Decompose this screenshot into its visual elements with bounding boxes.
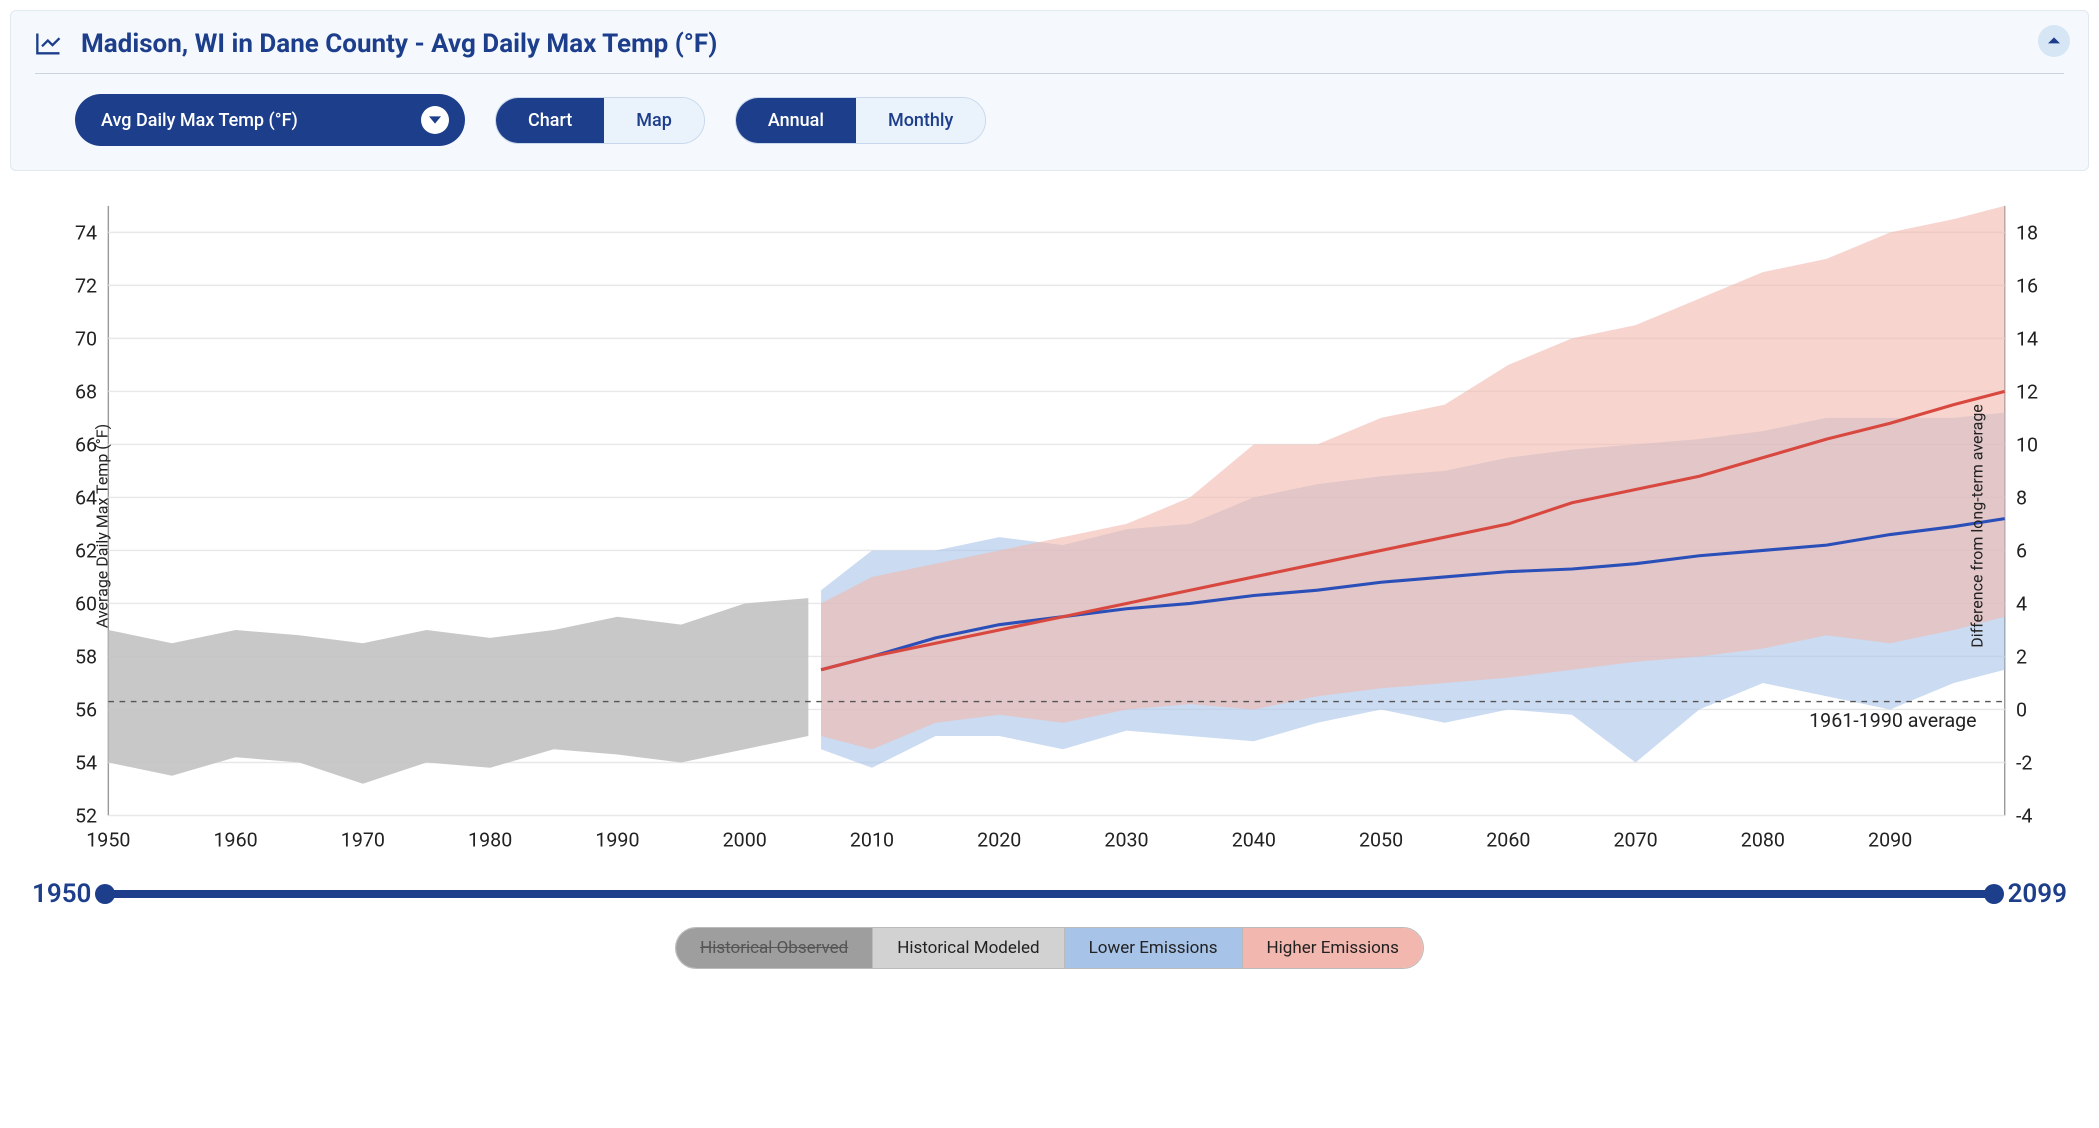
svg-text:54: 54	[75, 752, 97, 775]
svg-text:0: 0	[2016, 699, 2027, 722]
svg-text:70: 70	[75, 327, 97, 350]
page-title: Madison, WI in Dane County - Avg Daily M…	[81, 29, 717, 59]
dropdown-selected-label: Avg Daily Max Temp (°F)	[101, 110, 298, 131]
slider-handle-right[interactable]	[1984, 884, 2004, 904]
header-panel: Madison, WI in Dane County - Avg Daily M…	[10, 10, 2089, 171]
svg-text:4: 4	[2016, 592, 2027, 615]
svg-text:18: 18	[2016, 221, 2038, 244]
variable-dropdown[interactable]: Avg Daily Max Temp (°F)	[75, 94, 465, 146]
period-toggle-annual[interactable]: Annual	[736, 98, 856, 143]
view-toggle: Chart Map	[495, 97, 705, 144]
svg-text:-2: -2	[2016, 752, 2032, 775]
svg-text:2050: 2050	[1359, 828, 1403, 851]
title-row: Madison, WI in Dane County - Avg Daily M…	[35, 29, 2064, 74]
controls-row: Avg Daily Max Temp (°F) Chart Map Annual…	[35, 94, 2064, 146]
svg-text:10: 10	[2016, 433, 2038, 456]
chart-line-icon	[35, 30, 63, 58]
svg-text:14: 14	[2016, 327, 2038, 350]
view-toggle-chart[interactable]: Chart	[496, 98, 604, 143]
main-chart[interactable]: 525456586062646668707274-4-2024681012141…	[10, 189, 2089, 863]
svg-text:2090: 2090	[1868, 828, 1912, 851]
svg-text:12: 12	[2016, 380, 2038, 403]
legend-item-lower[interactable]: Lower Emissions	[1064, 928, 1242, 968]
slider-max-label: 2099	[2008, 879, 2067, 909]
svg-text:2080: 2080	[1741, 828, 1785, 851]
legend-item-higher[interactable]: Higher Emissions	[1242, 928, 1423, 968]
chevron-up-icon	[2048, 35, 2060, 47]
slider-handle-left[interactable]	[95, 884, 115, 904]
svg-text:68: 68	[75, 380, 97, 403]
svg-text:1990: 1990	[595, 828, 639, 851]
view-toggle-map[interactable]: Map	[604, 98, 704, 143]
svg-text:2070: 2070	[1614, 828, 1658, 851]
svg-text:-4: -4	[2016, 805, 2032, 828]
svg-text:1961-1990 average: 1961-1990 average	[1809, 709, 1976, 732]
legend-row: Historical Observed Historical Modeled L…	[10, 927, 2089, 969]
slider-track[interactable]	[105, 890, 1993, 898]
svg-text:1950: 1950	[86, 828, 130, 851]
svg-text:74: 74	[75, 221, 97, 244]
slider-min-label: 1950	[32, 879, 91, 909]
chart-container: Average Daily Max Temp (°F) Difference f…	[10, 189, 2089, 863]
period-toggle: Annual Monthly	[735, 97, 987, 144]
svg-text:2: 2	[2016, 645, 2027, 668]
svg-text:8: 8	[2016, 486, 2027, 509]
svg-text:1980: 1980	[468, 828, 512, 851]
legend: Historical Observed Historical Modeled L…	[675, 927, 1424, 969]
svg-text:58: 58	[75, 645, 97, 668]
svg-text:2040: 2040	[1232, 828, 1276, 851]
legend-item-modeled[interactable]: Historical Modeled	[872, 928, 1063, 968]
svg-text:56: 56	[75, 699, 97, 722]
svg-text:6: 6	[2016, 539, 2027, 562]
svg-text:2000: 2000	[723, 828, 767, 851]
y-right-axis-label: Difference from long-term average	[1968, 404, 1987, 648]
svg-text:2060: 2060	[1486, 828, 1530, 851]
time-slider: 1950 2099	[32, 879, 2067, 909]
legend-item-observed[interactable]: Historical Observed	[676, 928, 872, 968]
dropdown-caret-icon	[421, 106, 449, 134]
svg-text:2010: 2010	[850, 828, 894, 851]
y-left-axis-label: Average Daily Max Temp (°F)	[93, 424, 112, 628]
svg-text:1960: 1960	[214, 828, 258, 851]
svg-text:2020: 2020	[977, 828, 1021, 851]
svg-text:52: 52	[75, 805, 97, 828]
collapse-button[interactable]	[2038, 25, 2070, 57]
period-toggle-monthly[interactable]: Monthly	[856, 98, 985, 143]
svg-text:1970: 1970	[341, 828, 385, 851]
svg-text:2030: 2030	[1104, 828, 1148, 851]
svg-text:72: 72	[75, 274, 97, 297]
svg-text:16: 16	[2016, 274, 2038, 297]
